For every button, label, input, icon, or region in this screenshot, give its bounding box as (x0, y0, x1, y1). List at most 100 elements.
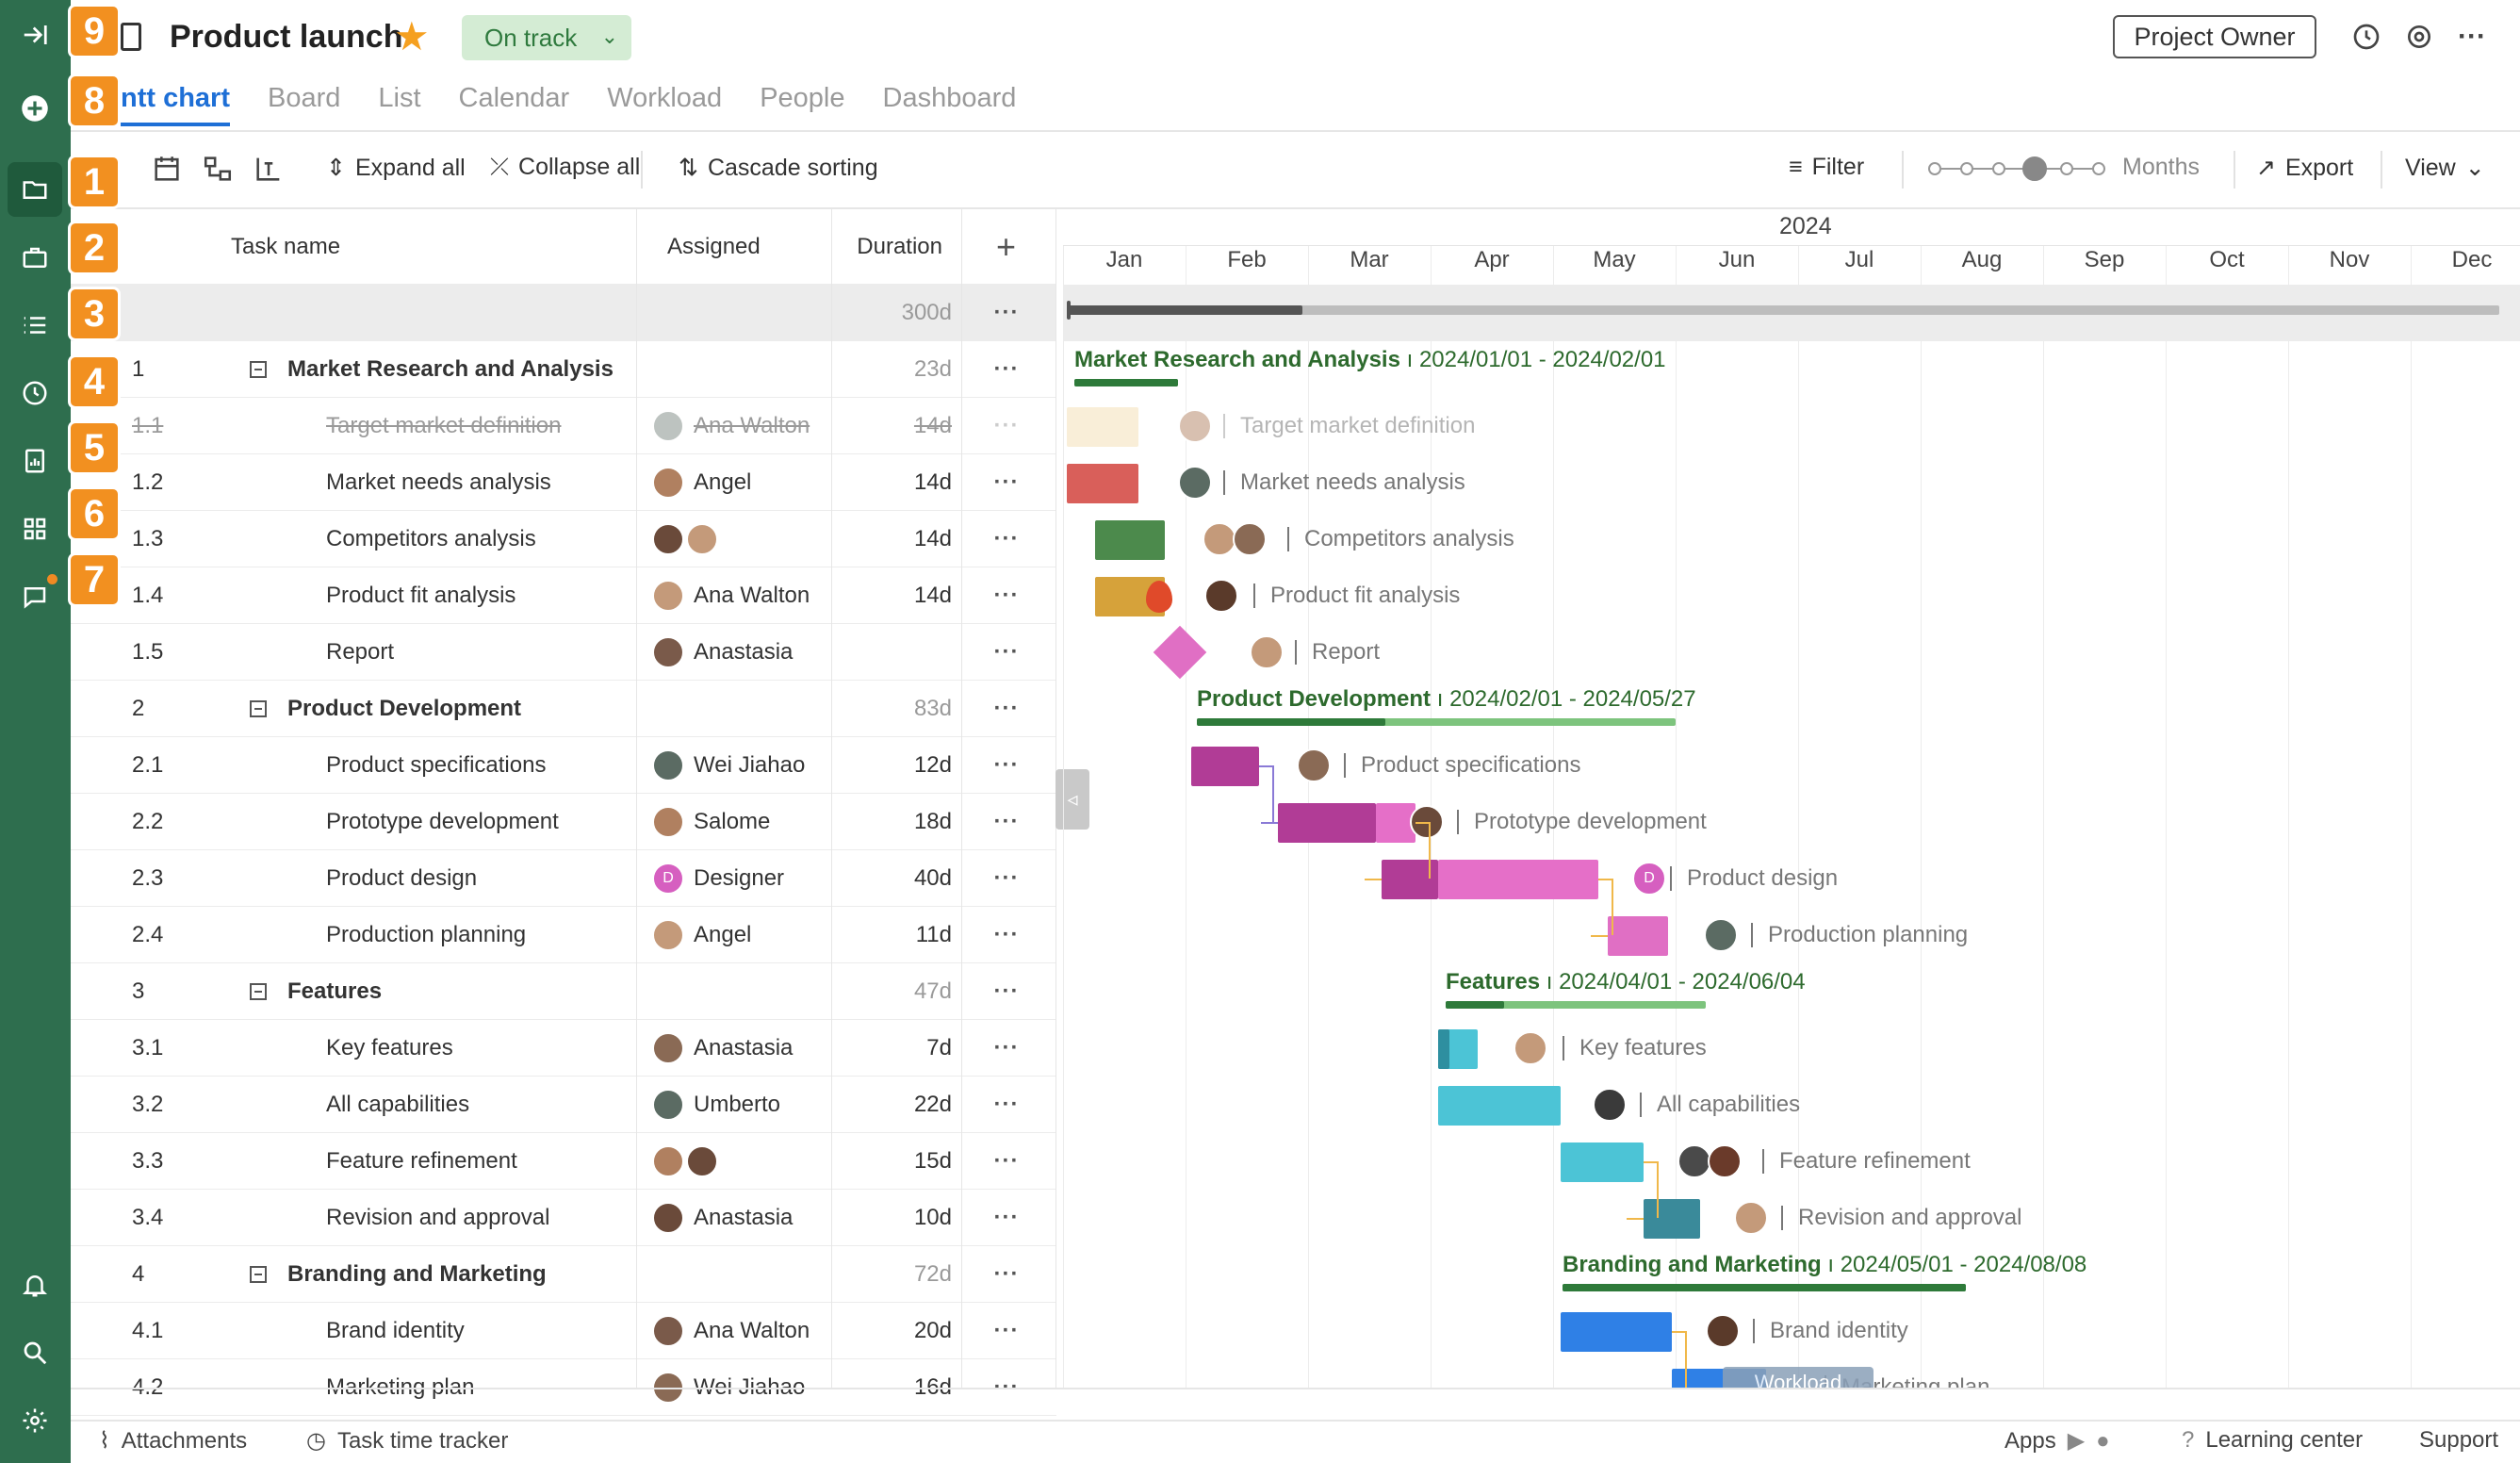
group-row[interactable]: 1 Market Research and Analysis 23d ··· (71, 341, 1056, 398)
apps-button[interactable]: Apps ▶ ● (2005, 1427, 2110, 1455)
assigned-cell[interactable]: Wei Jiahao (652, 737, 841, 794)
group-row[interactable]: 3 Features 47d ··· (71, 963, 1056, 1020)
project-owner-button[interactable]: Project Owner (2113, 15, 2316, 58)
task-bar[interactable] (1644, 1199, 1700, 1239)
task-row[interactable]: 1.1 Target market definition Ana Walton 14d… (71, 398, 1056, 454)
duration-cell[interactable]: 15d (853, 1133, 952, 1190)
assigned-cell[interactable]: Anastasia (652, 1020, 841, 1077)
chat-icon[interactable] (17, 579, 53, 615)
zoom-handle[interactable] (2022, 156, 2047, 181)
time-tracker-button[interactable]: ◷ Task time tracker (306, 1427, 508, 1455)
clock-icon[interactable] (17, 375, 53, 411)
row-menu-icon[interactable]: ··· (983, 1303, 1030, 1359)
list-icon[interactable] (17, 307, 53, 343)
task-row[interactable]: 3.1 Key features Anastasia 7d ··· (71, 1020, 1056, 1077)
row-menu-icon[interactable]: ··· (983, 1077, 1030, 1133)
tab-workload[interactable]: Workload (607, 83, 722, 126)
zoom-step[interactable] (1928, 162, 1941, 175)
portfolio-icon[interactable] (17, 240, 53, 276)
export-button[interactable]: ↗ Export (2256, 154, 2353, 182)
task-name-cell[interactable]: Features (250, 963, 721, 1020)
filter-button[interactable]: ≡ Filter (1789, 154, 1864, 181)
attachments-button[interactable]: ⌇ Attachments (99, 1427, 247, 1455)
gear-icon[interactable] (2403, 21, 2435, 53)
row-menu-icon[interactable]: ··· (983, 624, 1030, 681)
zoom-slider[interactable] (1928, 156, 2105, 181)
task-bar[interactable] (1561, 1142, 1644, 1182)
tab-calendar[interactable]: Calendar (459, 83, 570, 126)
row-menu-icon[interactable]: ··· (983, 398, 1030, 454)
assigned-cell[interactable]: Ana Walton (652, 1303, 841, 1359)
tab-board[interactable]: Board (268, 83, 340, 126)
assigned-cell[interactable]: Angel (652, 907, 841, 963)
history-icon[interactable] (2350, 21, 2382, 53)
column-header-duration[interactable]: Duration (834, 209, 942, 285)
zoom-step[interactable] (2092, 162, 2105, 175)
task-row[interactable]: 1.3 Competitors analysis 14d ··· (71, 511, 1056, 567)
row-menu-icon[interactable]: ··· (983, 567, 1030, 624)
task-name-cell[interactable]: Product Development (250, 681, 721, 737)
add-column-icon[interactable]: + (983, 209, 1030, 285)
task-bar[interactable] (1067, 464, 1138, 503)
task-row[interactable]: 2.1 Product specifications Wei Jiahao 12d ··… (71, 737, 1056, 794)
duration-cell[interactable] (853, 624, 952, 681)
duration-cell[interactable]: 23d (853, 341, 952, 398)
more-icon[interactable]: ··· (2456, 21, 2488, 53)
zoom-step[interactable] (1992, 162, 2005, 175)
task-row[interactable]: 1.2 Market needs analysis Angel 14d ··· (71, 454, 1056, 511)
assigned-cell[interactable]: Umberto (652, 1077, 841, 1133)
column-header-task-name[interactable]: Task name (231, 209, 702, 285)
workload-chip[interactable]: Workload (1723, 1367, 1874, 1388)
duration-cell[interactable]: 14d (853, 398, 952, 454)
collapse-group-icon[interactable] (250, 700, 267, 717)
project-title[interactable]: Product launch (170, 19, 402, 56)
duration-cell[interactable]: 72d (853, 1246, 952, 1303)
duration-cell[interactable]: 7d (853, 1020, 952, 1077)
assigned-cell[interactable]: Salome (652, 794, 841, 850)
row-menu-icon[interactable]: ··· (983, 681, 1030, 737)
calendar-tool-icon[interactable] (151, 153, 183, 185)
collapse-group-icon[interactable] (250, 361, 267, 378)
view-button[interactable]: View ⌄ (2405, 154, 2485, 182)
duration-cell[interactable]: 14d (853, 511, 952, 567)
row-menu-icon[interactable]: ··· (983, 737, 1030, 794)
task-row[interactable]: 2.4 Production planning Angel 11d ··· (71, 907, 1056, 963)
task-bar[interactable] (1067, 407, 1138, 447)
task-name-cell[interactable]: Market Research and Analysis (250, 341, 721, 398)
assigned-cell[interactable] (652, 511, 841, 567)
task-name-cell[interactable]: Branding and Marketing (250, 1246, 721, 1303)
duration-cell[interactable]: 83d (853, 681, 952, 737)
zoom-step[interactable] (2060, 162, 2073, 175)
duration-cell[interactable]: 22d (853, 1077, 952, 1133)
assigned-cell[interactable] (652, 681, 841, 737)
learning-center-button[interactable]: ? Learning center (2182, 1427, 2363, 1454)
settings-icon[interactable] (17, 1403, 53, 1438)
row-menu-icon[interactable]: ··· (983, 907, 1030, 963)
search-icon[interactable] (17, 1335, 53, 1371)
tab-dashboard[interactable]: Dashboard (883, 83, 1017, 126)
assigned-cell[interactable] (652, 1133, 841, 1190)
assigned-cell[interactable]: D Designer (652, 850, 841, 907)
row-menu-icon[interactable]: ··· (983, 794, 1030, 850)
group-row[interactable]: 2 Product Development 83d ··· (71, 681, 1056, 737)
column-header-assigned[interactable]: Assigned (667, 209, 856, 285)
task-row[interactable]: 3.3 Feature refinement 15d ··· (71, 1133, 1056, 1190)
row-menu-icon[interactable]: ··· (983, 1246, 1030, 1303)
duration-cell[interactable]: 47d (853, 963, 952, 1020)
row-menu-icon[interactable]: ··· (983, 511, 1030, 567)
row-menu-icon[interactable]: ··· (983, 963, 1030, 1020)
task-row[interactable]: 3.2 All capabilities Umberto 22d ··· (71, 1077, 1056, 1133)
assigned-cell[interactable]: Ana Walton (652, 567, 841, 624)
duration-cell[interactable]: 40d (853, 850, 952, 907)
row-menu-icon[interactable]: ··· (983, 454, 1030, 511)
tab-list[interactable]: List (378, 83, 420, 126)
cascade-sorting-button[interactable]: ⇅ Cascade sorting (679, 154, 878, 182)
status-dropdown[interactable]: On track ⌄ (462, 15, 631, 60)
row-menu-icon[interactable]: ··· (983, 341, 1030, 398)
task-row[interactable]: 2.2 Prototype development Salome 18d ··· (71, 794, 1056, 850)
project-row[interactable]: 300d ··· (71, 285, 1056, 341)
row-menu-icon[interactable]: ··· (983, 285, 1030, 341)
row-menu-icon[interactable]: ··· (983, 1020, 1030, 1077)
task-bar[interactable] (1608, 916, 1668, 956)
apps-grid-icon[interactable] (17, 511, 53, 547)
